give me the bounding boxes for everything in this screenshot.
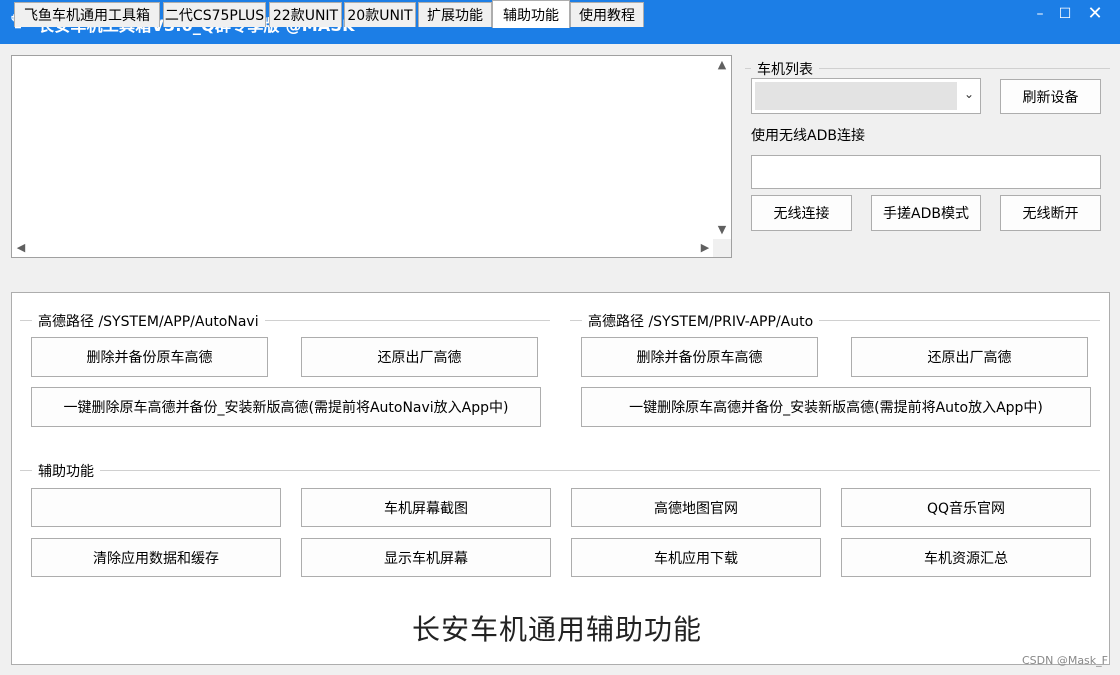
tab-tutorial[interactable]: 使用教程 — [570, 2, 644, 27]
chevron-down-icon[interactable]: ⌄ — [964, 87, 974, 101]
scroll-left-icon[interactable]: ◀ — [13, 240, 29, 256]
restore-factory-amap-priv-button[interactable]: 还原出厂高德 — [851, 337, 1088, 377]
horizontal-scrollbar[interactable]: ◀ ▶ — [12, 239, 714, 257]
tab-22-unit[interactable]: 22款UNIT — [269, 2, 342, 27]
scroll-down-icon[interactable]: ▼ — [714, 222, 730, 238]
device-list-label: 车机列表 — [751, 59, 819, 79]
watermark-text: CSDN @Mask_F — [1021, 654, 1108, 667]
scroll-right-icon[interactable]: ▶ — [697, 240, 713, 256]
delete-backup-amap-priv-button[interactable]: 删除并备份原车高德 — [581, 337, 818, 377]
show-screen-button[interactable]: 显示车机屏幕 — [301, 538, 551, 577]
vertical-scrollbar[interactable]: ▲ ▼ — [713, 56, 731, 239]
tab-cs75plus[interactable]: 二代CS75PLUS — [163, 2, 266, 27]
manual-adb-button[interactable]: 手搓ADB模式 — [871, 195, 981, 231]
device-select[interactable]: ⌄ — [751, 78, 981, 114]
wireless-ip-input[interactable] — [751, 155, 1101, 189]
tab-extensions[interactable]: 扩展功能 — [418, 2, 492, 27]
scroll-up-icon[interactable]: ▲ — [714, 57, 730, 73]
tab-auxiliary[interactable]: 辅助功能 — [492, 0, 570, 28]
amap-system-app-label: 高德路径 /SYSTEM/APP/AutoNavi — [32, 311, 265, 331]
refresh-devices-button[interactable]: 刷新设备 — [1000, 79, 1101, 114]
wireless-connect-button[interactable]: 无线连接 — [751, 195, 852, 231]
tab-feiyu-toolbox[interactable]: 飞鱼车机通用工具箱 — [14, 2, 160, 27]
app-download-button[interactable]: 车机应用下载 — [571, 538, 821, 577]
scrollbar-corner — [713, 239, 731, 257]
one-click-replace-amap-priv-button[interactable]: 一键删除原车高德并备份_安装新版高德(需提前将Auto放入App中) — [581, 387, 1091, 427]
auxiliary-group-label: 辅助功能 — [32, 461, 100, 481]
restore-factory-amap-button[interactable]: 还原出厂高德 — [301, 337, 538, 377]
auxiliary-group — [20, 470, 1100, 471]
delete-backup-amap-button[interactable]: 删除并备份原车高德 — [31, 337, 268, 377]
amap-website-button[interactable]: 高德地图官网 — [571, 488, 821, 527]
close-button[interactable]: ✕ — [1080, 0, 1110, 30]
wireless-disconnect-button[interactable]: 无线断开 — [1000, 195, 1101, 231]
blank-aux-button[interactable] — [31, 488, 281, 527]
clear-app-data-button[interactable]: 清除应用数据和缓存 — [31, 538, 281, 577]
wireless-adb-label: 使用无线ADB连接 — [751, 128, 865, 144]
panel-heading: 长安车机通用辅助功能 — [412, 613, 703, 646]
resource-summary-button[interactable]: 车机资源汇总 — [841, 538, 1091, 577]
log-output-textarea[interactable]: ▲ ▼ ◀ ▶ — [11, 55, 732, 258]
qq-music-website-button[interactable]: QQ音乐官网 — [841, 488, 1091, 527]
amap-priv-app-label: 高德路径 /SYSTEM/PRIV-APP/Auto — [582, 311, 820, 331]
maximize-button[interactable]: ☐ — [1050, 0, 1080, 30]
tab-20-unit[interactable]: 20款UNIT — [344, 2, 416, 27]
screenshot-button[interactable]: 车机屏幕截图 — [301, 488, 551, 527]
device-select-value — [755, 82, 957, 110]
one-click-replace-amap-button[interactable]: 一键删除原车高德并备份_安装新版高德(需提前将AutoNavi放入App中) — [31, 387, 541, 427]
